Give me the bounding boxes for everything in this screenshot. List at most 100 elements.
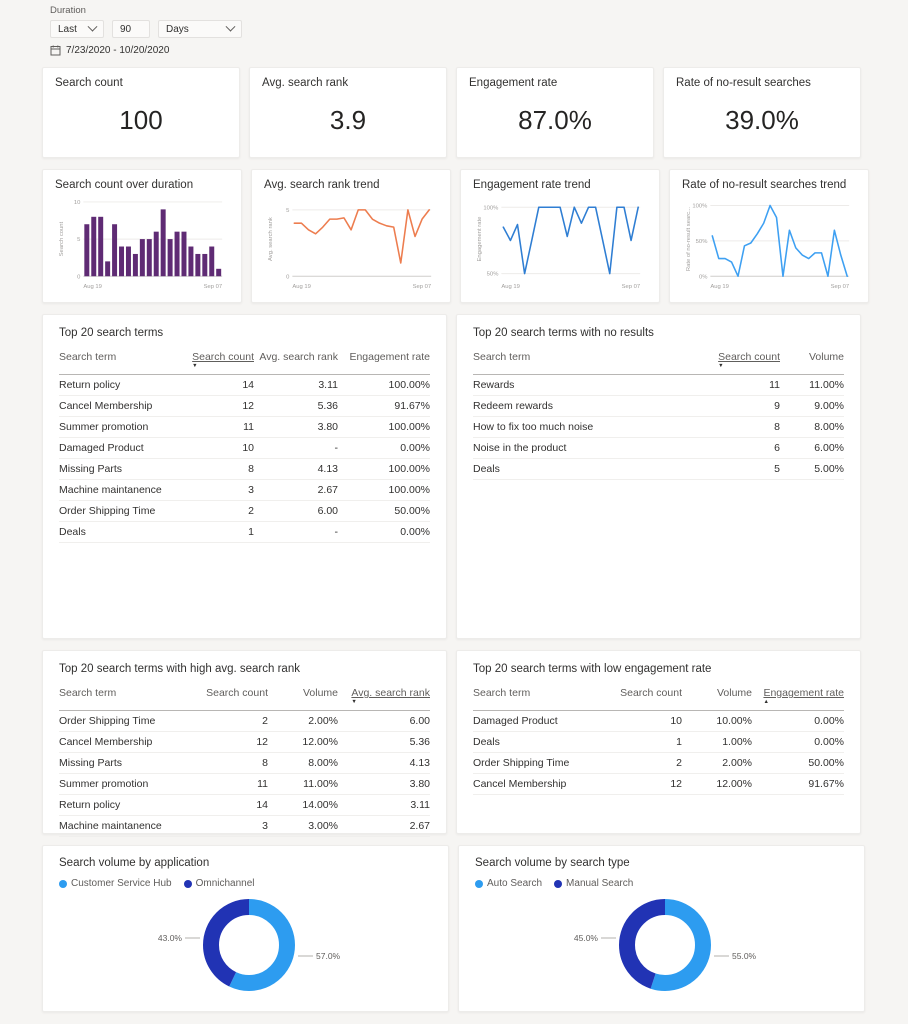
column-header[interactable]: Volume [780, 348, 844, 375]
column-header[interactable]: Avg. search rank [254, 348, 338, 375]
table-row[interactable]: Machine maintanence32.67100.00% [59, 480, 430, 501]
table-card-no-result-terms[interactable]: Top 20 search terms with no results Sear… [456, 314, 861, 639]
column-header[interactable]: Volume [268, 684, 338, 711]
table-row[interactable]: Cancel Membership1212.00%91.67% [473, 774, 844, 795]
column-header[interactable]: Volume [682, 684, 752, 711]
table-row[interactable]: Machine maintanence33.00%2.67 [59, 816, 430, 837]
svg-text:100%: 100% [692, 204, 707, 210]
legend: Auto Search Manual Search [475, 878, 848, 889]
chart-card-avg-search-rank-trend[interactable]: Avg. search rank trend 05Aug 19Sep 07Avg… [251, 169, 451, 303]
column-header[interactable]: Search term [59, 348, 186, 375]
table-card-top-search-terms[interactable]: Top 20 search terms Search termSearch co… [42, 314, 447, 639]
svg-text:50%: 50% [696, 239, 708, 245]
legend-item[interactable]: Omnichannel [184, 878, 255, 889]
legend-item[interactable]: Customer Service Hub [59, 878, 172, 889]
svg-text:Aug 19: Aug 19 [83, 284, 102, 290]
column-header[interactable]: Search count [190, 684, 268, 711]
column-header[interactable]: Search term [59, 684, 190, 711]
svg-text:Sep 07: Sep 07 [831, 284, 850, 290]
table-row[interactable]: Return policy1414.00%3.11 [59, 795, 430, 816]
kpi-card-engagement-rate[interactable]: Engagement rate 87.0% [456, 67, 654, 158]
duration-type-dropdown[interactable]: Last [50, 20, 104, 38]
svg-text:0: 0 [286, 274, 290, 280]
duration-unit-dropdown[interactable]: Days [158, 20, 242, 38]
chart-card-search-count-over-duration[interactable]: Search count over duration 0510Aug 19Sep… [42, 169, 242, 303]
value-cell: 5.36 [338, 732, 430, 753]
column-header[interactable]: Search term [473, 684, 604, 711]
table-card-low-engagement-terms[interactable]: Top 20 search terms with low engagement … [456, 650, 861, 834]
search-term-cell: Deals [473, 459, 700, 480]
table-row[interactable]: Order Shipping Time22.00%6.00 [59, 711, 430, 732]
table-row[interactable]: Cancel Membership1212.00%5.36 [59, 732, 430, 753]
table-row[interactable]: Damaged Product1010.00%0.00% [473, 711, 844, 732]
search-term-cell: Machine maintanence [59, 816, 190, 837]
value-cell: 2 [186, 501, 254, 522]
value-cell: 8 [700, 417, 780, 438]
donut-card-by-search-type[interactable]: Search volume by search type Auto Search… [458, 845, 865, 1012]
table-row[interactable]: Summer promotion113.80100.00% [59, 417, 430, 438]
value-cell: 91.67% [752, 774, 844, 795]
svg-text:5: 5 [77, 237, 81, 243]
value-cell: 0.00% [752, 711, 844, 732]
svg-text:Aug 19: Aug 19 [501, 284, 520, 290]
kpi-value: 39.0% [676, 89, 848, 148]
value-cell: 6 [700, 438, 780, 459]
table-row[interactable]: Order Shipping Time26.0050.00% [59, 501, 430, 522]
table-row[interactable]: Damaged Product10-0.00% [59, 438, 430, 459]
column-header[interactable]: Search count▼ [186, 348, 254, 375]
value-cell: 12.00% [682, 774, 752, 795]
line-chart-no-result-rate: 0%50%100%Aug 19Sep 07Rate of no-result s… [682, 194, 856, 292]
column-header[interactable]: Engagement rate [338, 348, 430, 375]
table-row[interactable]: Rewards1111.00% [473, 375, 844, 396]
svg-text:0: 0 [77, 274, 81, 280]
table-row[interactable]: Deals1-0.00% [59, 522, 430, 543]
value-cell: 14 [190, 795, 268, 816]
value-cell: 5.00% [780, 459, 844, 480]
legend-item[interactable]: Auto Search [475, 878, 542, 889]
table-row[interactable]: How to fix too much noise88.00% [473, 417, 844, 438]
table-row[interactable]: Cancel Membership125.3691.67% [59, 396, 430, 417]
table-card-high-rank-terms[interactable]: Top 20 search terms with high avg. searc… [42, 650, 447, 834]
value-cell: 12 [190, 732, 268, 753]
kpi-card-avg-search-rank[interactable]: Avg. search rank 3.9 [249, 67, 447, 158]
chart-title: Avg. search rank trend [264, 179, 438, 191]
table-row[interactable]: Noise in the product66.00% [473, 438, 844, 459]
search-term-cell: Missing Parts [59, 459, 186, 480]
search-term-cell: Cancel Membership [59, 396, 186, 417]
svg-text:55.0%: 55.0% [732, 951, 757, 961]
column-header[interactable]: Avg. search rank▼ [338, 684, 430, 711]
kpi-card-search-count[interactable]: Search count 100 [42, 67, 240, 158]
value-cell: 5 [700, 459, 780, 480]
value-cell: 5.36 [254, 396, 338, 417]
value-cell: 12 [186, 396, 254, 417]
column-header[interactable]: Engagement rate▲ [752, 684, 844, 711]
date-range-text: 7/23/2020 - 10/20/2020 [66, 45, 169, 56]
table-row[interactable]: Deals55.00% [473, 459, 844, 480]
value-cell: 11 [700, 375, 780, 396]
table-row[interactable]: Redeem rewards99.00% [473, 396, 844, 417]
chart-card-engagement-rate-trend[interactable]: Engagement rate trend 50%100%Aug 19Sep 0… [460, 169, 660, 303]
table-row[interactable]: Order Shipping Time22.00%50.00% [473, 753, 844, 774]
donut-card-by-application[interactable]: Search volume by application Customer Se… [42, 845, 449, 1012]
legend-item[interactable]: Manual Search [554, 878, 633, 889]
column-header[interactable]: Search count▼ [700, 348, 780, 375]
duration-value-input[interactable]: 90 [112, 20, 150, 38]
svg-text:Aug 19: Aug 19 [292, 284, 311, 290]
table-row[interactable]: Missing Parts88.00%4.13 [59, 753, 430, 774]
column-header[interactable]: Search count [604, 684, 682, 711]
table-row[interactable]: Deals11.00%0.00% [473, 732, 844, 753]
table-row[interactable]: Missing Parts84.13100.00% [59, 459, 430, 480]
legend-dot-icon [184, 880, 192, 888]
legend-label: Manual Search [566, 878, 633, 889]
kpi-card-no-result-rate[interactable]: Rate of no-result searches 39.0% [663, 67, 861, 158]
legend-label: Customer Service Hub [71, 878, 172, 889]
table-row[interactable]: Return policy143.11100.00% [59, 375, 430, 396]
value-cell: 10 [604, 711, 682, 732]
value-cell: 3.11 [254, 375, 338, 396]
table-row[interactable]: Summer promotion1111.00%3.80 [59, 774, 430, 795]
donut-chart-by-application: 43.0%57.0% [59, 889, 432, 1003]
value-cell: 6.00 [254, 501, 338, 522]
value-cell: 2 [604, 753, 682, 774]
chart-card-no-result-rate-trend[interactable]: Rate of no-result searches trend 0%50%10… [669, 169, 869, 303]
column-header[interactable]: Search term [473, 348, 700, 375]
